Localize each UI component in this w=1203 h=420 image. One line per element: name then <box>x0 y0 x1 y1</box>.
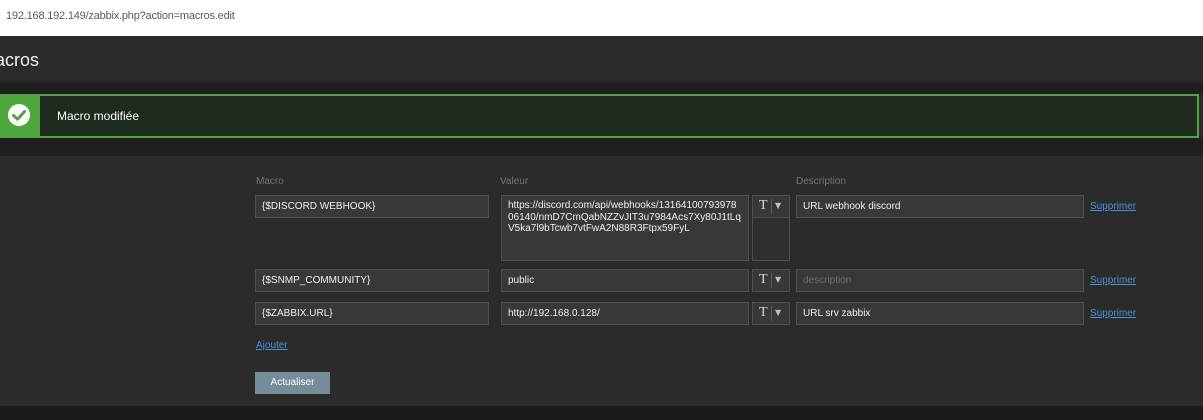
value-type-select[interactable]: T ▼ <box>752 302 790 325</box>
add-macro-link[interactable]: Ajouter <box>256 340 288 351</box>
remove-macro-link[interactable]: Supprimer <box>1090 275 1136 286</box>
macro-description-input[interactable]: URL webhook discord <box>796 195 1084 218</box>
chevron-down-icon: ▼ <box>775 201 782 210</box>
success-message-text: Macro modifiée <box>57 109 140 123</box>
page-header: acros <box>0 36 1203 82</box>
macro-value-input[interactable]: public <box>501 269 749 292</box>
value-type-select[interactable]: T ▼ <box>752 269 790 292</box>
macros-form: Macro Valeur Description {$DISCORD WEBHO… <box>0 156 1203 406</box>
macro-value-input[interactable]: http://192.168.0.128/ <box>501 302 749 325</box>
remove-macro-link[interactable]: Supprimer <box>1090 308 1136 319</box>
success-badge <box>0 94 40 138</box>
column-header-macro: Macro <box>256 176 284 187</box>
type-select-separator <box>771 199 772 214</box>
update-button[interactable]: Actualiser <box>255 372 330 394</box>
type-select-separator <box>771 306 772 321</box>
text-type-icon: T <box>759 272 768 287</box>
message-divider <box>0 138 1203 156</box>
page-title: acros <box>0 50 40 70</box>
check-circle-icon <box>8 104 30 126</box>
remove-macro-link[interactable]: Supprimer <box>1090 201 1136 212</box>
value-type-select[interactable]: T ▼ <box>752 195 790 218</box>
success-message: Macro modifiée <box>0 94 1199 138</box>
type-select-separator <box>771 273 772 288</box>
macro-description-input[interactable]: URL srv zabbix <box>796 302 1084 325</box>
header-divider <box>0 82 1203 94</box>
macro-value-textarea[interactable]: https://discord.com/api/webhooks/1316410… <box>501 195 749 261</box>
column-header-description: Description <box>796 176 847 187</box>
macro-name-input[interactable]: {$SNMP_COMMUNITY} <box>255 269 489 292</box>
browser-address-bar[interactable]: 192.168.192.149/zabbix.php?action=macros… <box>0 0 1203 36</box>
text-type-icon: T <box>759 198 768 213</box>
url-text: 192.168.192.149/zabbix.php?action=macros… <box>6 10 235 22</box>
chevron-down-icon: ▼ <box>775 308 782 317</box>
macro-name-input[interactable]: {$ZABBIX.URL} <box>255 302 489 325</box>
macro-name-input[interactable]: {$DISCORD WEBHOOK} <box>255 195 489 218</box>
chevron-down-icon: ▼ <box>775 275 782 284</box>
column-header-value: Valeur <box>500 176 529 187</box>
page-footer <box>0 406 1203 420</box>
macro-description-input[interactable]: description <box>796 269 1084 292</box>
text-type-icon: T <box>759 305 768 320</box>
